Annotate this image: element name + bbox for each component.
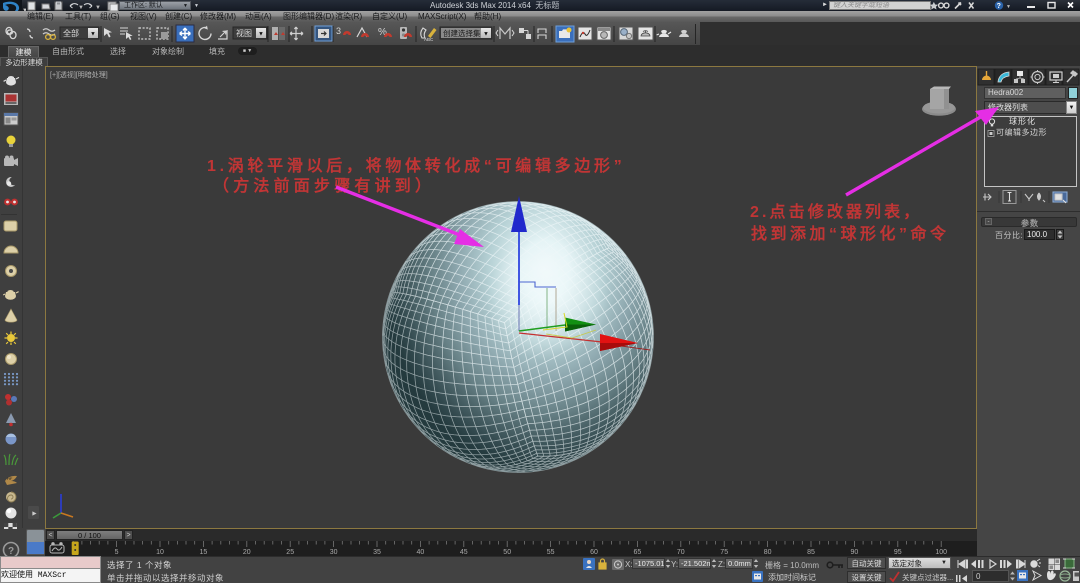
svg-text:90: 90 [851, 549, 859, 556]
svg-text:100: 100 [935, 549, 947, 556]
svg-text:►: ► [31, 511, 38, 518]
svg-text:80: 80 [764, 549, 772, 556]
svg-text:?: ? [997, 3, 1001, 10]
svg-text:70: 70 [677, 549, 685, 556]
svg-text:65: 65 [634, 549, 642, 556]
svg-text:35: 35 [373, 549, 381, 556]
svg-text:全部: 全部 [63, 28, 79, 38]
svg-text:ABC: ABC [424, 37, 434, 42]
svg-text:10: 10 [156, 549, 164, 556]
svg-text:3: 3 [336, 26, 341, 36]
svg-text:▼: ▼ [90, 32, 96, 38]
svg-text:HF: HF [7, 476, 13, 481]
svg-text:95: 95 [894, 549, 902, 556]
svg-text:30: 30 [330, 549, 338, 556]
svg-text:20: 20 [243, 549, 251, 556]
svg-text:25: 25 [286, 549, 294, 556]
svg-text:▼: ▼ [1006, 4, 1011, 10]
svg-text:75: 75 [720, 549, 728, 556]
svg-text:45: 45 [460, 549, 468, 556]
svg-text:5: 5 [115, 549, 119, 556]
svg-text:15: 15 [200, 549, 208, 556]
svg-text:40: 40 [417, 549, 425, 556]
svg-text:▼: ▼ [258, 32, 264, 38]
svg-text:85: 85 [807, 549, 815, 556]
svg-text:视图: 视图 [236, 28, 252, 38]
svg-text:55: 55 [547, 549, 555, 556]
svg-text:50: 50 [503, 549, 511, 556]
svg-text:60: 60 [590, 549, 598, 556]
svg-text:▼: ▼ [483, 32, 489, 38]
svg-text:创建选择集: 创建选择集 [443, 28, 481, 38]
